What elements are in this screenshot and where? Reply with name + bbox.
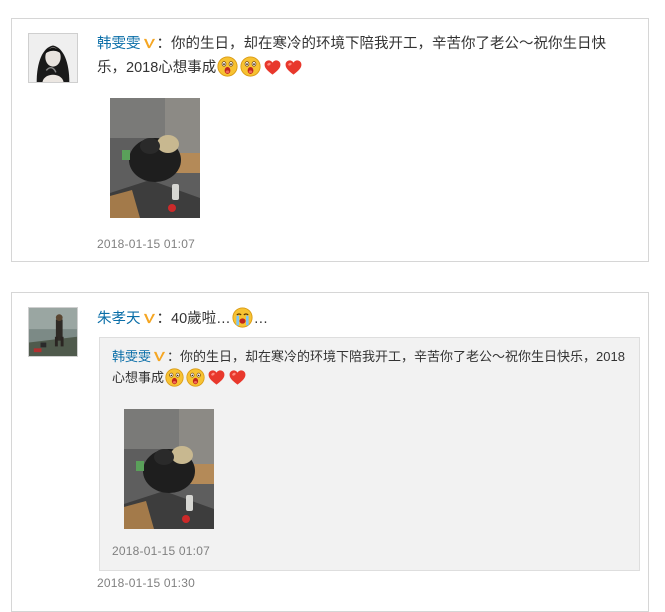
surprised-face-icon <box>240 56 261 77</box>
post-separator: ： <box>156 311 172 327</box>
author-link[interactable]: 朱孝天 <box>97 311 141 327</box>
post-body: 你的生日，却在寒冷的环境下陪我开工，辛苦你了老公～祝你生日快乐，2018心想事成 <box>97 36 606 76</box>
repost-photo[interactable] <box>124 409 214 529</box>
red-heart-icon <box>284 58 303 77</box>
author-link[interactable]: 韩雯雯 <box>97 36 141 52</box>
red-heart-icon <box>207 368 226 387</box>
avatar-image <box>29 34 77 82</box>
post-separator: ： <box>156 36 172 52</box>
repost-author-link[interactable]: 韩雯雯 <box>112 349 151 364</box>
avatar[interactable] <box>28 307 78 357</box>
repost-separator: ： <box>167 349 181 364</box>
surprised-face-icon <box>186 368 205 387</box>
post-card: 朱孝天 ：40歲啦…… 韩雯雯 ：你的生日，却在寒冷的环境下陪我开工，辛苦你了老公～… <box>11 292 649 612</box>
surprised-face-icon <box>217 56 238 77</box>
surprised-face-icon <box>165 368 184 387</box>
photo-image <box>124 409 214 529</box>
post-timestamp[interactable]: 2018-01-15 01:30 <box>97 576 195 590</box>
avatar-image <box>29 308 77 356</box>
verified-badge-icon <box>143 37 156 50</box>
ellipsis: … <box>216 311 231 327</box>
repost-text: 韩雯雯 ：你的生日，却在寒冷的环境下陪我开工，辛苦你了老公～祝你生日快乐，2018… <box>112 346 627 388</box>
red-heart-icon <box>263 58 282 77</box>
post-card: 韩雯雯 ：你的生日，却在寒冷的环境下陪我开工，辛苦你了老公～祝你生日快乐，2018… <box>11 18 649 262</box>
photo-image <box>110 98 200 218</box>
red-heart-icon <box>228 368 247 387</box>
verified-badge-icon <box>143 312 156 325</box>
crying-face-icon <box>232 307 253 328</box>
repost-box: 韩雯雯 ：你的生日，却在寒冷的环境下陪我开工，辛苦你了老公～祝你生日快乐，2018… <box>99 337 640 571</box>
post-text: 朱孝天 ：40歲啦…… <box>97 307 634 331</box>
repost-timestamp[interactable]: 2018-01-15 01:07 <box>112 544 210 558</box>
ellipsis: … <box>253 311 269 327</box>
post-text: 韩雯雯 ：你的生日，却在寒冷的环境下陪我开工，辛苦你了老公～祝你生日快乐，2018… <box>97 33 634 80</box>
avatar[interactable] <box>28 33 78 83</box>
post-body: 40歲啦 <box>171 311 217 327</box>
verified-badge-icon <box>153 350 166 363</box>
post-photo[interactable] <box>110 98 200 218</box>
post-timestamp[interactable]: 2018-01-15 01:07 <box>97 237 195 251</box>
